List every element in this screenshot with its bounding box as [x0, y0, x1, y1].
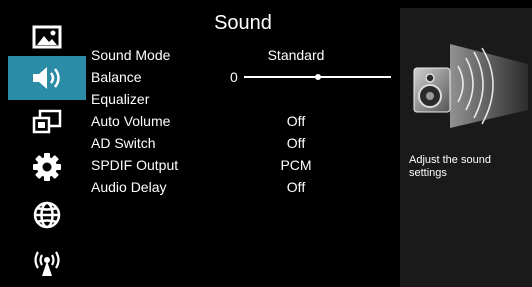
picture-icon — [32, 25, 62, 49]
audio-delay-label: Audio Delay — [91, 179, 167, 195]
spdif-output-label: SPDIF Output — [91, 157, 179, 173]
auto-volume-label: Auto Volume — [91, 113, 171, 129]
balance-row[interactable]: Balance 0 — [86, 66, 400, 88]
sound-mode-row[interactable]: Sound Mode Standard — [86, 44, 400, 66]
help-panel: Adjust the sound settings — [400, 8, 532, 287]
sound-mode-label: Sound Mode — [91, 47, 171, 63]
auto-volume-value: Off — [286, 113, 306, 129]
input-source-icon — [32, 109, 62, 134]
help-description: Adjust the sound settings — [409, 154, 491, 179]
balance-label: Balance — [91, 69, 142, 85]
audio-delay-value: Off — [286, 179, 306, 195]
equalizer-row[interactable]: Equalizer — [86, 88, 400, 110]
ad-switch-label: AD Switch — [91, 135, 156, 151]
broadcast-icon — [34, 251, 60, 276]
sidebar-item-network[interactable] — [8, 193, 86, 237]
gear-icon — [33, 153, 61, 181]
equalizer-label: Equalizer — [91, 91, 150, 107]
speaker-sound-illustration — [413, 44, 528, 128]
sidebar-item-picture[interactable] — [8, 15, 86, 59]
page-title: Sound — [214, 12, 272, 34]
sidebar-item-input[interactable] — [8, 100, 86, 144]
tv-settings-screen: Sound Sound Mode Standard Balance 0 Equa… — [0, 0, 532, 287]
sidebar-item-broadcast[interactable] — [8, 241, 86, 285]
globe-icon — [33, 201, 61, 229]
spdif-output-value: PCM — [280, 157, 312, 173]
spdif-output-row[interactable]: SPDIF Output PCM — [86, 154, 400, 176]
audio-delay-row[interactable]: Audio Delay Off — [86, 176, 400, 198]
auto-volume-row[interactable]: Auto Volume Off — [86, 110, 400, 132]
sound-menu-panel: Sound Sound Mode Standard Balance 0 Equa… — [86, 8, 400, 287]
balance-slider-thumb[interactable] — [314, 74, 321, 80]
balance-slider[interactable] — [244, 74, 391, 80]
speaker-icon — [33, 67, 60, 89]
sound-mode-value: Standard — [267, 47, 325, 63]
ad-switch-value: Off — [286, 135, 306, 151]
sidebar-item-sound[interactable] — [8, 56, 86, 100]
category-sidebar — [8, 8, 86, 287]
sidebar-item-setup[interactable] — [8, 145, 86, 189]
ad-switch-row[interactable]: AD Switch Off — [86, 132, 400, 154]
settings-list: Sound Mode Standard Balance 0 Equalizer … — [86, 44, 400, 198]
balance-value: 0 — [230, 69, 238, 85]
